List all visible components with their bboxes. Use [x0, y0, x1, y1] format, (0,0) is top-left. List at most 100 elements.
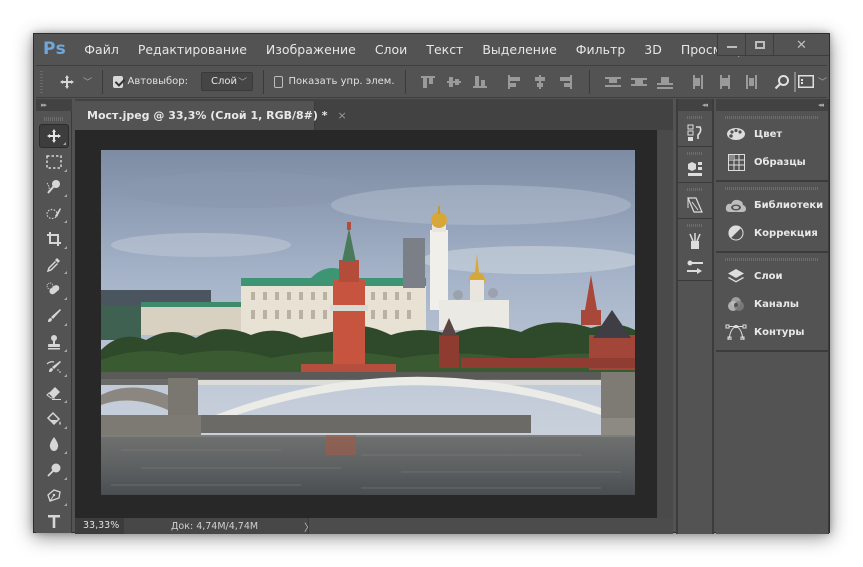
auto-select-target-value: Слой — [210, 76, 237, 87]
history-brush-tool[interactable] — [39, 355, 69, 379]
chevron-down-icon: ﹀ — [83, 78, 93, 88]
menu-edit[interactable]: Редактирование — [138, 42, 247, 57]
type-tool[interactable] — [39, 509, 69, 533]
panel-paths[interactable]: Контуры — [716, 318, 828, 346]
distribute-horizontal-centers-button[interactable] — [712, 72, 738, 92]
document-tab[interactable]: Мост.jpeg @ 33,3% (Слой 1, RGB/8#) * × — [75, 101, 347, 130]
distribute-bottom-edges-button[interactable] — [652, 72, 678, 92]
adjustments-sliders-icon — [687, 260, 703, 274]
brush-tool[interactable] — [39, 304, 69, 328]
divider — [102, 69, 103, 94]
layers-icon — [725, 267, 747, 285]
panel-label: Контуры — [754, 326, 805, 338]
distribute-right-edges-button[interactable] — [738, 72, 764, 92]
divider — [404, 69, 406, 94]
moscow-kremlin-photo — [101, 150, 635, 495]
move-icon — [47, 129, 61, 143]
document-tab-bar: Мост.jpeg @ 33,3% (Слой 1, RGB/8#) * × — [75, 99, 673, 130]
eraser-tool[interactable] — [39, 381, 69, 405]
adjustments-panel-button[interactable] — [678, 254, 712, 280]
align-top-edges-button[interactable] — [415, 72, 441, 92]
panel-swatches[interactable]: Образцы — [716, 148, 828, 176]
distribute-vertical-centers-button[interactable] — [626, 72, 652, 92]
app-logo: Ps — [43, 39, 67, 59]
channels-icon — [725, 295, 747, 313]
horizontal-scrollbar[interactable] — [308, 518, 673, 534]
chevron-down-icon[interactable]: ﹀ — [818, 75, 827, 88]
workspace-button[interactable] — [796, 72, 816, 92]
rectangular-marquee-tool[interactable] — [39, 150, 69, 174]
maximize-icon — [754, 41, 765, 49]
vertical-scrollbar[interactable] — [657, 130, 673, 518]
toolbar-collapse[interactable]: ▸▸ — [36, 99, 72, 111]
panel-libraries[interactable]: Библиотеки — [716, 191, 828, 219]
dock-group — [678, 114, 712, 147]
options-bar-grip[interactable] — [40, 70, 44, 93]
maximize-button[interactable] — [746, 34, 774, 56]
zoom-level-field[interactable]: 33,33% — [75, 518, 124, 534]
properties-panel-button[interactable] — [678, 156, 712, 182]
panel-color[interactable]: Цвет — [716, 120, 828, 148]
align-right-edges-button[interactable] — [553, 72, 579, 92]
menu-file[interactable]: Файл — [84, 42, 119, 57]
panels-collapse-button[interactable]: ◂◂ — [716, 99, 828, 111]
tool-preset-picker[interactable]: ﹀ — [59, 74, 92, 90]
menu-type[interactable]: Текст — [426, 42, 463, 57]
distribute-left-edges-icon — [693, 74, 704, 89]
brush-presets-panel-button[interactable] — [678, 228, 712, 254]
search-button[interactable] — [772, 72, 792, 92]
pen-tool[interactable] — [39, 484, 69, 508]
align-right-edges-icon — [560, 74, 573, 89]
quick-selection-tool[interactable] — [39, 175, 69, 199]
document-image[interactable] — [101, 150, 635, 495]
align-vertical-centers-icon — [447, 76, 462, 87]
panel-group-layers: Слои Каналы Контуры — [716, 256, 828, 352]
eyedropper-tool[interactable] — [39, 252, 69, 276]
menu-filter[interactable]: Фильтр — [576, 42, 625, 57]
distribute-left-edges-button[interactable] — [686, 72, 712, 92]
menu-layers[interactable]: Слои — [375, 42, 408, 57]
toolbar-grip[interactable] — [44, 114, 63, 124]
document-size-info: Док: 4,74M/4,74M — [171, 520, 259, 532]
canvas-area[interactable] — [75, 130, 657, 518]
panel-dock: ◂◂ Цвет Образцы Библиотеки Коррекция Сло… — [716, 99, 829, 534]
eyedropper-icon — [46, 258, 60, 273]
minimize-button[interactable] — [718, 34, 746, 56]
panel-label: Каналы — [754, 298, 799, 310]
distribute-right-edges-icon — [746, 74, 758, 89]
distribute-top-edges-button[interactable] — [600, 72, 626, 92]
move-tool[interactable] — [39, 124, 69, 148]
transform-panel-button[interactable] — [678, 192, 712, 218]
brush-presets-icon — [689, 233, 701, 249]
panel-group-libraries: Библиотеки Коррекция — [716, 185, 828, 253]
close-button[interactable]: ✕ — [774, 34, 829, 56]
align-bottom-edges-button[interactable] — [467, 72, 493, 92]
align-left-edges-button[interactable] — [501, 72, 527, 92]
show-transform-controls-checkbox[interactable] — [273, 75, 284, 88]
panel-group-color: Цвет Образцы — [716, 114, 828, 182]
creative-cloud-icon — [725, 196, 747, 214]
menu-image[interactable]: Изображение — [266, 42, 356, 57]
blur-tool[interactable] — [39, 432, 69, 456]
spot-healing-brush-tool[interactable] — [39, 278, 69, 302]
align-vertical-centers-button[interactable] — [441, 72, 467, 92]
dodge-tool[interactable] — [39, 458, 69, 482]
palette-icon — [725, 125, 747, 143]
clone-stamp-tool[interactable] — [39, 330, 69, 354]
dock-collapse-button[interactable]: ◂◂ — [678, 99, 712, 111]
distribute-vertical-centers-icon — [631, 77, 648, 86]
auto-select-target-dropdown[interactable]: Слой ﹀ — [200, 72, 254, 91]
menu-select[interactable]: Выделение — [482, 42, 556, 57]
crop-tool[interactable] — [39, 227, 69, 251]
history-panel-button[interactable] — [678, 120, 712, 146]
panel-adjustments[interactable]: Коррекция — [716, 219, 828, 247]
lasso-tool[interactable] — [39, 201, 69, 225]
menu-3d[interactable]: 3D — [644, 42, 662, 57]
panel-layers[interactable]: Слои — [716, 262, 828, 290]
auto-select-checkbox[interactable] — [112, 75, 123, 88]
menu-bar: Ps Файл Редактирование Изображение Слои … — [34, 34, 829, 64]
paint-bucket-tool[interactable] — [39, 407, 69, 431]
align-horizontal-centers-button[interactable] — [527, 72, 553, 92]
close-tab-icon[interactable]: × — [338, 109, 347, 122]
panel-channels[interactable]: Каналы — [716, 290, 828, 318]
